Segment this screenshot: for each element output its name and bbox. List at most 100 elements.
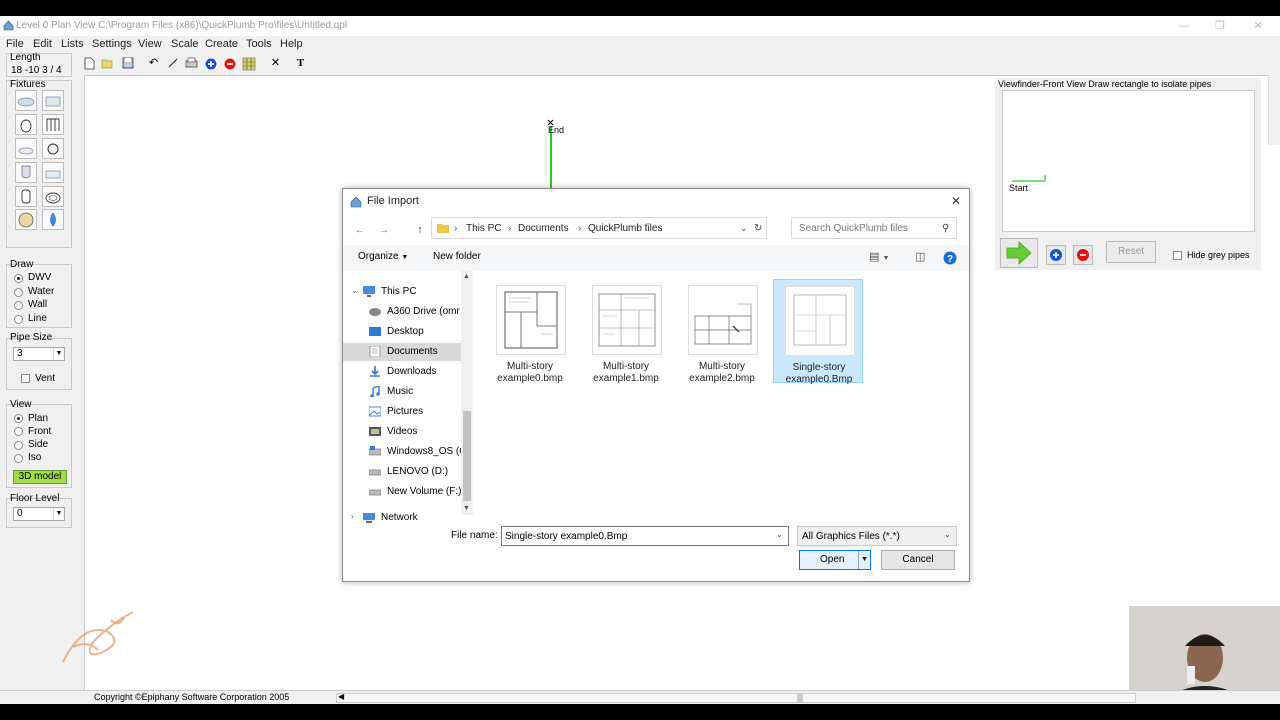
- draw-wall-radio[interactable]: [14, 301, 23, 310]
- menu-edit[interactable]: Edit: [33, 38, 52, 50]
- cancel-button[interactable]: Cancel: [881, 550, 955, 570]
- menu-file[interactable]: File: [6, 38, 24, 50]
- nav-windows8-os[interactable]: Windows8_OS (C: [343, 443, 461, 461]
- nav-pictures[interactable]: Pictures: [343, 403, 461, 421]
- shower-fixture-icon[interactable]: [42, 114, 64, 135]
- breadcrumb-quickplumb-files[interactable]: QuickPlumb files: [588, 223, 662, 234]
- draw-line-radio[interactable]: [14, 315, 23, 324]
- scroll-thumb[interactable]: [797, 694, 803, 702]
- nav-documents[interactable]: Documents: [343, 343, 461, 361]
- nav-desktop[interactable]: Desktop: [343, 323, 461, 341]
- file-item-single-story-0[interactable]: Single-story example0.Bmp: [773, 279, 863, 385]
- menu-settings[interactable]: Settings: [92, 38, 132, 50]
- view-plan-radio[interactable]: [14, 414, 23, 423]
- basin-fixture-icon[interactable]: [42, 186, 64, 207]
- menu-help[interactable]: Help: [280, 38, 303, 50]
- water-heater-fixture-icon[interactable]: [15, 186, 37, 207]
- scroll-up-icon[interactable]: ▲: [463, 273, 470, 280]
- menu-scale[interactable]: Scale: [171, 38, 199, 50]
- hide-grey-pipes-checkbox[interactable]: [1173, 251, 1182, 260]
- grid-icon[interactable]: [241, 56, 256, 71]
- line-tool-icon[interactable]: [165, 56, 180, 71]
- organize-button[interactable]: Organize ▼: [358, 251, 408, 262]
- forward-arrow-icon[interactable]: →: [377, 223, 391, 237]
- save-icon[interactable]: [120, 56, 135, 71]
- new-folder-button[interactable]: New folder: [433, 251, 481, 262]
- nav-new-volume-f[interactable]: New Volume (F:): [343, 483, 461, 501]
- up-arrow-icon[interactable]: ↑: [413, 223, 427, 237]
- maximize-icon[interactable]: ❐: [1208, 18, 1232, 34]
- nav-this-pc[interactable]: ⌄ This PC: [343, 283, 461, 301]
- view-options-icon[interactable]: ▤ ▼: [869, 250, 889, 263]
- 3d-model-button[interactable]: 3D model: [13, 470, 67, 484]
- nav-videos[interactable]: Videos: [343, 423, 461, 441]
- refresh-icon[interactable]: ↻: [754, 223, 762, 234]
- undo-icon[interactable]: ↶: [146, 56, 161, 71]
- vent-checkbox[interactable]: [21, 374, 30, 383]
- menu-lists[interactable]: Lists: [61, 38, 84, 50]
- nav-downloads[interactable]: Downloads: [343, 363, 461, 381]
- dialog-close-icon[interactable]: ✕: [949, 194, 963, 208]
- pipe-size-select[interactable]: 3 ▼: [13, 347, 65, 361]
- file-item-multi-story-1[interactable]: Multi-story example1.bmp: [581, 279, 671, 384]
- preview-pane-icon[interactable]: ◫: [915, 250, 925, 263]
- zoom-in-button[interactable]: [1046, 245, 1066, 265]
- nav-lenovo-d[interactable]: LENOVO (D:): [343, 463, 461, 481]
- dishwasher-fixture-icon[interactable]: [15, 209, 37, 230]
- view-side-radio[interactable]: [14, 441, 23, 450]
- menu-create[interactable]: Create: [205, 38, 238, 50]
- draw-water-radio[interactable]: [14, 288, 23, 297]
- open-folder-icon[interactable]: [100, 56, 115, 71]
- text-tool-icon[interactable]: T: [293, 56, 308, 71]
- print-icon[interactable]: [184, 56, 199, 71]
- floor-drain-fixture-icon[interactable]: [42, 138, 64, 159]
- view-front-radio[interactable]: [14, 427, 23, 436]
- menu-view[interactable]: View: [138, 38, 162, 50]
- search-input[interactable]: Search QuickPlumb files ⚲: [791, 217, 957, 239]
- file-item-multi-story-0[interactable]: Multi-story example0.bmp: [485, 279, 575, 384]
- breadcrumb-documents[interactable]: Documents: [518, 223, 569, 234]
- draw-dwv-radio[interactable]: [14, 274, 23, 283]
- breadcrumb-this-pc[interactable]: This PC: [466, 223, 502, 234]
- chevron-right-icon: ›: [351, 512, 354, 521]
- nav-music[interactable]: Music: [343, 383, 461, 401]
- zoom-in-icon[interactable]: [203, 56, 218, 71]
- open-button[interactable]: Open ▼: [799, 550, 871, 570]
- help-icon[interactable]: ?: [943, 251, 957, 265]
- file-item-multi-story-2[interactable]: Multi-story example2.bmp: [677, 279, 767, 384]
- reset-button[interactable]: Reset: [1106, 241, 1156, 263]
- menu-tools[interactable]: Tools: [246, 38, 272, 50]
- nav-network[interactable]: › Network: [343, 509, 461, 527]
- nav-scrollbar[interactable]: ▲ ▼: [461, 271, 473, 515]
- toilet-fixture-icon[interactable]: [15, 114, 37, 135]
- nav-a360-drive[interactable]: A360 Drive (omr: [343, 303, 461, 321]
- back-arrow-icon[interactable]: ←: [353, 223, 367, 237]
- scroll-down-icon[interactable]: ▼: [463, 505, 470, 512]
- scroll-thumb[interactable]: [463, 411, 471, 501]
- address-bar[interactable]: › This PC › Documents › QuickPlumb files…: [431, 217, 767, 239]
- water-source-fixture-icon[interactable]: [42, 209, 64, 230]
- chevron-down-icon[interactable]: ⌄: [740, 223, 748, 234]
- horizontal-scrollbar[interactable]: ◀: [336, 692, 1136, 703]
- scroll-left-icon[interactable]: ◀: [338, 692, 344, 701]
- close-icon[interactable]: ✕: [1246, 18, 1270, 34]
- zoom-out-button[interactable]: [1073, 245, 1093, 265]
- file-name-input[interactable]: Single-story example0.Bmp ⌄: [501, 526, 789, 546]
- view-iso-radio[interactable]: [14, 454, 23, 463]
- minimize-icon[interactable]: —: [1172, 18, 1196, 34]
- chevron-down-icon[interactable]: ▼: [858, 551, 870, 569]
- bathtub-fixture-icon[interactable]: [15, 90, 37, 111]
- floor-level-select[interactable]: 0 ▼: [13, 507, 65, 521]
- tub-corner-fixture-icon[interactable]: [42, 90, 64, 111]
- delete-icon[interactable]: ✕: [268, 56, 283, 71]
- urinal-fixture-icon[interactable]: [15, 162, 37, 183]
- canvas-scrollbar[interactable]: [1268, 75, 1280, 145]
- chevron-down-icon[interactable]: ⌄: [776, 530, 783, 539]
- zoom-out-icon[interactable]: [222, 56, 237, 71]
- go-arrow-button[interactable]: [1000, 238, 1038, 268]
- sink-fixture-icon[interactable]: [15, 138, 37, 159]
- viewfinder-canvas[interactable]: Start: [1002, 90, 1255, 232]
- laundry-fixture-icon[interactable]: [42, 162, 64, 183]
- file-type-select[interactable]: All Graphics Files (*.*) ⌄: [797, 526, 957, 546]
- new-file-icon[interactable]: [82, 56, 97, 71]
